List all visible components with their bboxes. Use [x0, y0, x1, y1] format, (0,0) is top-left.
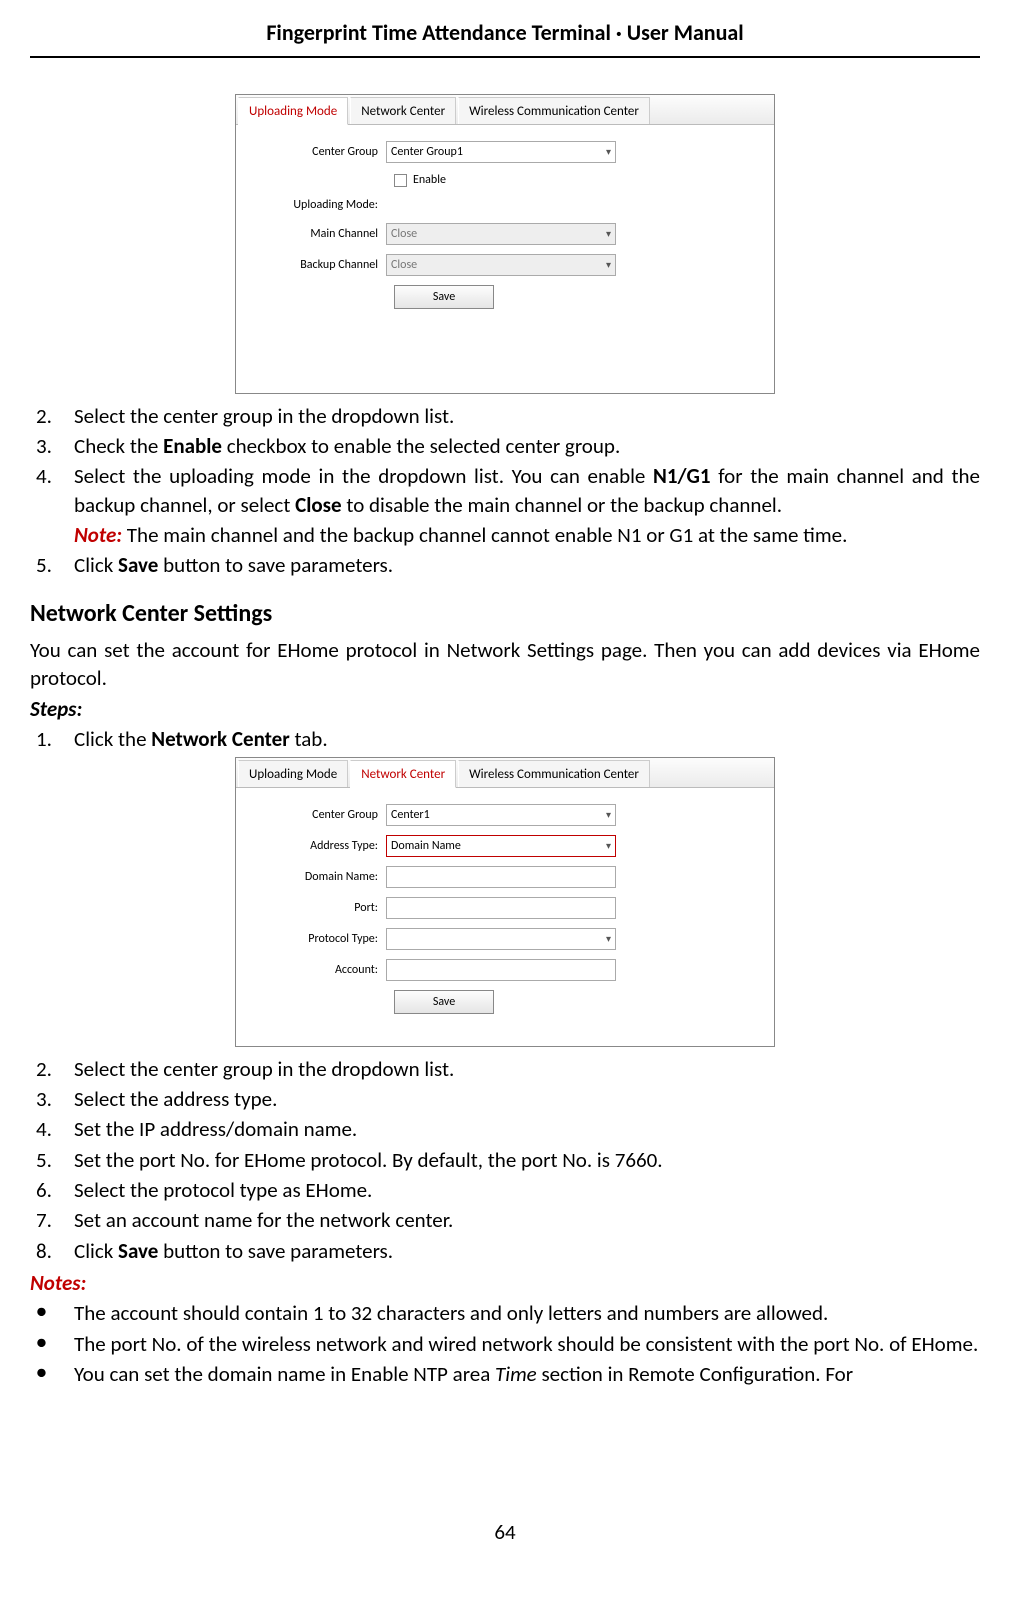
step-note: Note: The main channel and the backup ch… [30, 521, 980, 549]
center-group-select[interactable]: Center Group1 ▾ [386, 141, 616, 163]
step-text: Click Save button to save parameters. [74, 551, 980, 579]
step-number: 7. [30, 1206, 74, 1234]
step-item: 3. Select the address type. [30, 1085, 980, 1113]
step-text: Set the IP address/domain name. [74, 1115, 980, 1143]
header-rule [30, 56, 980, 58]
step-item: 5. Set the port No. for EHome protocol. … [30, 1146, 980, 1174]
step-text: Click Save button to save parameters. [74, 1237, 980, 1265]
step-number: 5. [30, 1146, 74, 1174]
network-center-figure: Uploading Mode Network Center Wireless C… [235, 757, 775, 1047]
main-channel-label: Main Channel [258, 226, 386, 242]
step-number: 3. [30, 432, 74, 460]
bullet-icon: ● [30, 1299, 74, 1327]
step-text: Select the protocol type as EHome. [74, 1176, 980, 1204]
uploading-mode-label: Uploading Mode: [258, 197, 386, 213]
step-item: 2. Select the center group in the dropdo… [30, 402, 980, 430]
uploading-mode-figure: Uploading Mode Network Center Wireless C… [235, 94, 775, 394]
step-number: 1. [30, 725, 74, 753]
chevron-down-icon: ▾ [606, 258, 611, 272]
bullet-icon: ● [30, 1330, 74, 1358]
save-button[interactable]: Save [394, 990, 494, 1014]
enable-checkbox[interactable] [394, 174, 407, 187]
domain-name-input[interactable] [386, 866, 616, 888]
address-type-value: Domain Name [391, 838, 461, 854]
center-group-select[interactable]: Center1 ▾ [386, 804, 616, 826]
main-channel-select[interactable]: Close ▾ [386, 223, 616, 245]
account-input[interactable] [386, 959, 616, 981]
save-button[interactable]: Save [394, 285, 494, 309]
bullet-item: ● You can set the domain name in Enable … [30, 1360, 980, 1388]
notes-label: Notes: [30, 1269, 980, 1297]
step-item: 1. Click the Network Center tab. [30, 725, 980, 753]
tab-wireless-center[interactable]: Wireless Communication Center [458, 97, 650, 125]
bullet-icon: ● [30, 1360, 74, 1388]
step-number: 2. [30, 402, 74, 430]
bullet-text: The account should contain 1 to 32 chara… [74, 1299, 980, 1327]
bullet-item: ● The port No. of the wireless network a… [30, 1330, 980, 1358]
step-number: 4. [30, 462, 74, 519]
chevron-down-icon: ▾ [606, 839, 611, 853]
step-number: 6. [30, 1176, 74, 1204]
step-text: Select the address type. [74, 1085, 980, 1113]
step-text: Select the center group in the dropdown … [74, 1055, 980, 1083]
backup-channel-value: Close [391, 257, 417, 273]
center-group-value: Center1 [391, 807, 430, 823]
bullet-text: The port No. of the wireless network and… [74, 1330, 980, 1358]
account-label: Account: [258, 962, 386, 978]
section-intro: You can set the account for EHome protoc… [30, 636, 980, 693]
step-number: 2. [30, 1055, 74, 1083]
step-text: Select the center group in the dropdown … [74, 402, 980, 430]
bullet-item: ● The account should contain 1 to 32 cha… [30, 1299, 980, 1327]
chevron-down-icon: ▾ [606, 932, 611, 946]
backup-channel-label: Backup Channel [258, 257, 386, 273]
step-item: 4. Select the uploading mode in the drop… [30, 462, 980, 519]
protocol-type-select[interactable]: ▾ [386, 928, 616, 950]
port-input[interactable] [386, 897, 616, 919]
address-type-label: Address Type: [258, 838, 386, 854]
protocol-type-label: Protocol Type: [258, 931, 386, 947]
tab-network-center[interactable]: Network Center [350, 97, 456, 125]
chevron-down-icon: ▾ [606, 227, 611, 241]
step-number: 8. [30, 1237, 74, 1265]
step-text: Set an account name for the network cent… [74, 1206, 980, 1234]
center-group-label: Center Group [258, 144, 386, 160]
port-label: Port: [258, 900, 386, 916]
backup-channel-select[interactable]: Close ▾ [386, 254, 616, 276]
chevron-down-icon: ▾ [606, 145, 611, 159]
step-item: 3. Check the Enable checkbox to enable t… [30, 432, 980, 460]
center-group-label: Center Group [258, 807, 386, 823]
step-item: 2. Select the center group in the dropdo… [30, 1055, 980, 1083]
step-item: 6. Select the protocol type as EHome. [30, 1176, 980, 1204]
step-number: 5. [30, 551, 74, 579]
step-item: 7. Set an account name for the network c… [30, 1206, 980, 1234]
page-number: 64 [30, 1518, 980, 1546]
chevron-down-icon: ▾ [606, 808, 611, 822]
address-type-select[interactable]: Domain Name ▾ [386, 835, 616, 857]
step-item: 5. Click Save button to save parameters. [30, 551, 980, 579]
domain-name-label: Domain Name: [258, 869, 386, 885]
step-item: 4. Set the IP address/domain name. [30, 1115, 980, 1143]
step-item: 8. Click Save button to save parameters. [30, 1237, 980, 1265]
steps-label: Steps: [30, 695, 980, 723]
main-channel-value: Close [391, 226, 417, 242]
bullet-text: You can set the domain name in Enable NT… [74, 1360, 980, 1388]
step-text: Set the port No. for EHome protocol. By … [74, 1146, 980, 1174]
step-number: 4. [30, 1115, 74, 1143]
step-text: Check the Enable checkbox to enable the … [74, 432, 980, 460]
tab-wireless-center[interactable]: Wireless Communication Center [458, 760, 650, 788]
document-header: Fingerprint Time Attendance Terminal · U… [30, 18, 980, 56]
tab-uploading-mode[interactable]: Uploading Mode [238, 760, 348, 788]
enable-label: Enable [413, 172, 446, 188]
step-text: Click the Network Center tab. [74, 725, 980, 753]
tab-uploading-mode[interactable]: Uploading Mode [238, 97, 348, 126]
tab-network-center[interactable]: Network Center [350, 760, 456, 789]
section-heading: Network Center Settings [30, 598, 980, 630]
step-text: Select the uploading mode in the dropdow… [74, 462, 980, 519]
center-group-value: Center Group1 [391, 144, 463, 160]
step-number: 3. [30, 1085, 74, 1113]
